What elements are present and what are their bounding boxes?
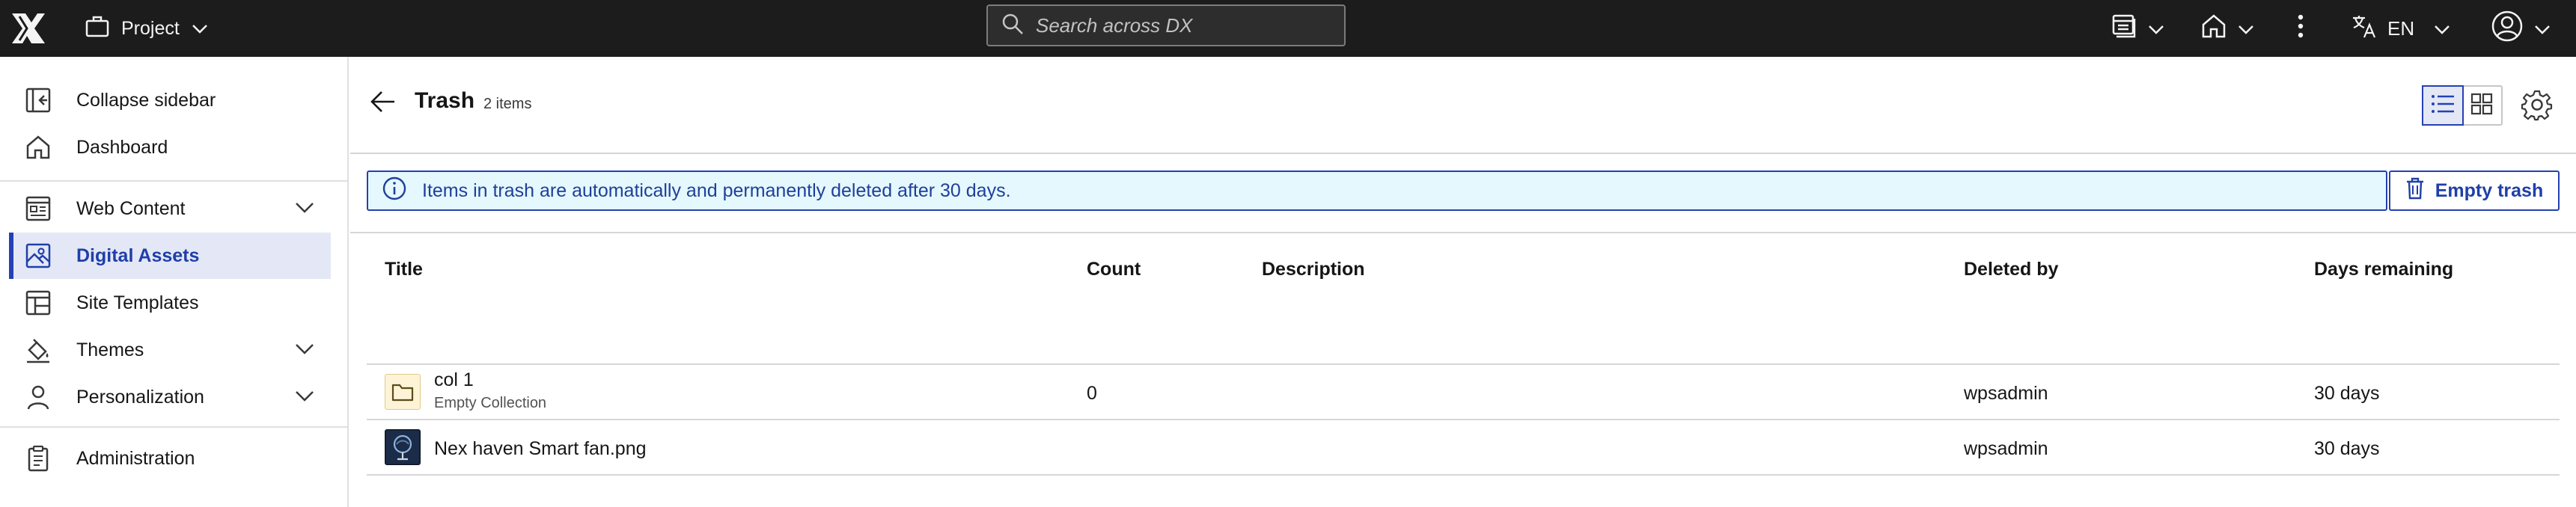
row-title[interactable]: col 1 [434,369,474,391]
gear-icon[interactable] [2521,88,2554,125]
template-icon [24,289,52,317]
column-header-deleted-by[interactable]: Deleted by [1964,259,2058,280]
column-header-title[interactable]: Title [385,259,423,280]
sidebar-item-web-content[interactable]: Web Content [9,185,331,232]
row-deleted-by: wpsadmin [1964,438,2048,459]
row-divider [367,474,2560,476]
language-label: EN [2387,16,2415,40]
row-divider [367,419,2560,420]
sidebar-item-label: Dashboard [76,136,168,158]
sidebar-item-dashboard[interactable]: Dashboard [9,124,331,170]
sidebar: Collapse sidebar Dashboard Web Content D… [0,57,349,507]
chevron-down-icon [295,386,314,408]
image-thumbnail-icon [385,429,421,465]
folder-icon [385,374,421,410]
trash-notice: Items in trash are automatically and per… [367,170,2387,211]
column-header-count[interactable]: Count [1087,259,1141,280]
home-icon [24,133,52,162]
collapse-sidebar-icon [24,86,52,114]
web-content-icon [24,194,52,223]
briefcase-icon [85,15,109,43]
empty-trash-button[interactable]: Empty trash [2389,170,2560,211]
grid-view-button[interactable] [2462,87,2501,124]
view-toggle [2422,85,2503,126]
user-avatar-icon [2491,10,2524,48]
language-switcher[interactable]: EN [2351,9,2450,48]
sidebar-item-label: Web Content [76,197,186,219]
sidebar-item-personalization[interactable]: Personalization [9,374,331,420]
row-deleted-by: wpsadmin [1964,383,2048,404]
kebab-menu-icon [2296,13,2305,45]
sidebar-divider [0,180,347,182]
notice-divider [350,232,2576,233]
column-header-days-remaining[interactable]: Days remaining [2314,259,2453,280]
column-header-description[interactable]: Description [1262,259,1365,280]
translate-icon [2351,13,2377,44]
sidebar-item-site-templates[interactable]: Site Templates [9,280,331,326]
sites-icon [2110,13,2137,45]
clipboard-icon [24,444,52,473]
main-content: Trash 2 items Items in trash are automat… [350,57,2576,507]
back-arrow-icon[interactable] [370,90,397,117]
global-search[interactable] [986,4,1346,46]
sidebar-divider [0,426,347,428]
grid-icon [2470,93,2493,119]
chevron-down-icon [2534,17,2551,40]
image-assets-icon [24,242,52,270]
sidebar-item-label: Collapse sidebar [76,89,216,111]
paint-bucket-icon [24,336,52,364]
person-icon [24,383,52,411]
row-count: 0 [1087,383,1097,404]
chevron-down-icon [295,339,314,360]
sidebar-item-label: Site Templates [76,292,199,313]
sidebar-item-collapse[interactable]: Collapse sidebar [9,77,331,123]
search-input[interactable] [1036,13,1335,37]
sidebar-item-label: Administration [76,447,195,469]
list-view-button[interactable] [2422,85,2464,126]
search-icon [1001,13,1024,39]
dx-logo-icon[interactable] [9,10,48,46]
project-switcher[interactable]: Project [85,11,208,46]
sidebar-item-digital-assets[interactable]: Digital Assets [9,233,331,279]
header-divider [350,153,2576,154]
home-icon [2200,13,2227,45]
sidebar-item-label: Personalization [76,386,204,408]
row-divider [367,363,2560,365]
user-menu-button[interactable] [2491,9,2551,48]
page-title: Trash [415,88,475,113]
item-count: 2 items [483,96,532,112]
row-days-remaining: 30 days [2314,383,2380,404]
row-title[interactable]: Nex haven Smart fan.png [434,438,647,460]
home-menu-button[interactable] [2200,9,2254,48]
row-days-remaining: 30 days [2314,438,2380,459]
sidebar-item-label: Digital Assets [76,245,200,266]
sidebar-item-administration[interactable]: Administration [9,435,331,482]
chevron-down-icon [295,197,314,219]
sidebar-item-themes[interactable]: Themes [9,327,331,373]
chevron-down-icon [2238,17,2254,40]
notice-text: Items in trash are automatically and per… [422,179,1011,201]
top-bar: Project EN [0,0,2576,57]
info-icon [382,176,407,206]
chevron-down-icon [192,18,208,40]
list-icon [2431,93,2455,118]
trash-icon [2405,177,2425,205]
more-options-button[interactable] [2296,9,2305,48]
project-label: Project [121,17,180,39]
row-subtitle: Empty Collection [434,395,547,411]
sidebar-item-label: Themes [76,339,144,360]
chevron-down-icon [2148,17,2164,40]
chevron-down-icon [2434,17,2450,40]
sites-menu-button[interactable] [2110,9,2164,48]
empty-trash-label: Empty trash [2435,179,2544,201]
